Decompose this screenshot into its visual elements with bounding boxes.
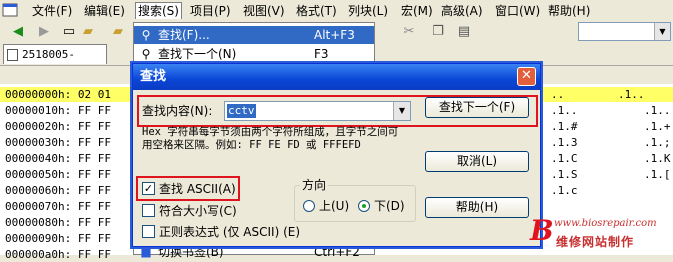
file-tab[interactable]: 2518005-B.BIN (3, 44, 107, 80)
hex-row: 00000060h: FF FF (5, 184, 111, 197)
binoculars-icon: ⚲ (141, 28, 151, 42)
watermark-logo: B (530, 214, 554, 247)
menu-item-find[interactable]: ⚲ 查找(F)... Alt+F3 (134, 26, 374, 44)
find-ascii-checkbox[interactable]: ✓ (142, 182, 155, 195)
copy-icon[interactable]: ❐ (430, 24, 446, 40)
find-next-button[interactable]: 查找下一个(F) (425, 97, 529, 118)
ascii-column-cell: .1.+ (644, 120, 671, 133)
match-case-label: 符合大小写(C) (159, 204, 237, 218)
menu-item-label: 查找(F)... (158, 28, 210, 42)
new-file-icon[interactable]: ▭ (61, 24, 77, 40)
folder-icon[interactable]: ▰ (110, 24, 126, 40)
menu-window[interactable]: 窗口(W) (495, 3, 540, 19)
ascii-column-cell: .. (551, 88, 565, 101)
menu-column[interactable]: 列块(L) (348, 3, 388, 19)
menu-view[interactable]: 视图(V) (243, 3, 285, 19)
find-ascii-label: 查找 ASCII(A) (159, 182, 236, 196)
hex-row: 00000090h: FF FF (5, 232, 111, 245)
direction-title: 方向 (300, 178, 329, 192)
search-input[interactable]: cctv ▼ (224, 101, 411, 121)
cancel-button[interactable]: 取消(L) (425, 151, 529, 172)
hex-row: 00000070h: FF FF (5, 200, 111, 213)
dialog-title: 查找 (140, 69, 167, 84)
ascii-column-cell: .1.S (551, 168, 578, 181)
match-case-checkbox[interactable] (142, 204, 155, 217)
hex-row: 00000040h: FF FF (5, 152, 111, 165)
menu-help[interactable]: 帮助(H) (548, 3, 590, 19)
menu-bar: 文件(F) 编辑(E) 搜索(S) 项目(P) 视图(V) 格式(T) 列块(L… (0, 0, 673, 23)
file-icon (7, 49, 18, 61)
menu-edit[interactable]: 编辑(E) (84, 3, 125, 19)
menu-item-shortcut: Alt+F3 (314, 28, 355, 42)
chevron-down-icon[interactable]: ▼ (393, 102, 410, 120)
ascii-column-cell: .1.C (551, 152, 578, 165)
hex-row: 00000010h: FF FF (5, 104, 111, 117)
ascii-column-cell: .1.. (644, 104, 671, 117)
ascii-column-cell: .1.# (551, 120, 578, 133)
forward-arrow-icon[interactable]: ▶ (36, 24, 52, 40)
menu-macro[interactable]: 宏(M) (401, 3, 433, 19)
back-arrow-icon[interactable]: ◀ (10, 24, 26, 40)
paste-icon[interactable]: ▤ (456, 24, 472, 40)
direction-down-radio[interactable] (358, 200, 370, 212)
hex-hint-text: Hex 字符串每字节须由两个字符所组成，且字节之间可用空格来区隔。例如: FF … (142, 126, 399, 151)
close-icon[interactable]: ✕ (517, 67, 536, 86)
chevron-down-icon[interactable]: ▼ (654, 23, 670, 40)
hex-row: 00000030h: FF FF (5, 136, 111, 149)
ascii-column-cell: .1.c (551, 184, 578, 197)
menu-item-shortcut: F3 (314, 47, 329, 61)
menu-project[interactable]: 项目(P) (190, 3, 231, 19)
menu-format[interactable]: 格式(T) (296, 3, 337, 19)
ascii-column-cell: .1.; (644, 136, 671, 149)
open-folder-icon[interactable]: ▰ (80, 24, 96, 40)
ascii-column-cell: .1.[ (644, 168, 671, 181)
menu-item-label: 查找下一个(N) (158, 47, 237, 61)
regex-label: 正则表达式 (仅 ASCII) (E) (159, 225, 301, 239)
direction-up-radio[interactable] (303, 200, 315, 212)
app-icon[interactable] (2, 3, 18, 17)
menu-item-find-next[interactable]: ⚲ 查找下一个(N) F3 (134, 45, 374, 63)
watermark: B www.biosrepair.com 维修网站制作 (530, 214, 673, 255)
search-label: 查找内容(N): (142, 104, 213, 118)
ascii-column-cell: .1.3 (551, 136, 578, 149)
find-dialog: 查找 ✕ 查找内容(N): cctv ▼ 查找下一个(F) Hex 字符串每字节… (132, 63, 541, 247)
direction-up-label: 上(U) (319, 199, 350, 213)
dialog-title-bar[interactable]: 查找 ✕ (133, 64, 540, 90)
watermark-text: 维修网站制作 (556, 235, 635, 249)
direction-down-label: 下(D) (374, 199, 405, 213)
menu-search[interactable]: 搜索(S) (135, 2, 182, 19)
ascii-column-cell: .1.. (618, 88, 645, 101)
cut-icon[interactable]: ✂ (401, 24, 417, 40)
find-next-icon: ⚲ (141, 47, 151, 61)
ascii-column-cell: .1.. (551, 104, 578, 117)
help-button[interactable]: 帮助(H) (425, 197, 529, 218)
search-input-value: cctv (227, 104, 256, 118)
watermark-url: www.biosrepair.com (554, 218, 657, 229)
hex-row: 00000080h: FF FF (5, 216, 111, 229)
menu-file[interactable]: 文件(F) (32, 3, 72, 19)
menu-advanced[interactable]: 高级(A) (441, 3, 483, 19)
toolbar-dropdown[interactable]: ▼ (578, 22, 671, 41)
regex-checkbox[interactable] (142, 225, 155, 238)
hex-row: 00000020h: FF FF (5, 120, 111, 133)
ascii-column-cell: .1.K (644, 152, 671, 165)
hex-row: 00000050h: FF FF (5, 168, 111, 181)
